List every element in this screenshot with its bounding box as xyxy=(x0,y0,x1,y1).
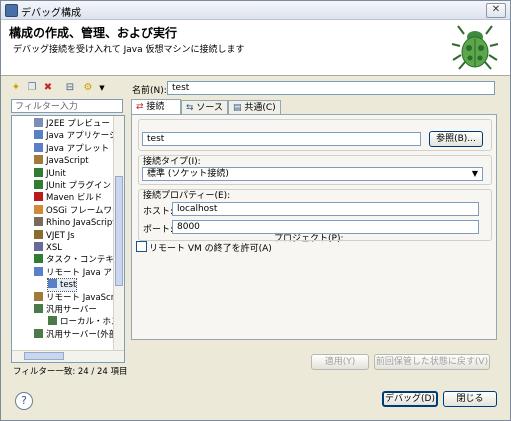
maven-icon xyxy=(34,192,43,202)
j2ee-preview-icon xyxy=(34,118,43,127)
tree-item[interactable]: Java アプレット xyxy=(34,142,110,155)
filter-status: フィルター一致: 24 / 24 項目 xyxy=(13,367,128,377)
task-context-icon xyxy=(34,254,43,264)
tree-item[interactable]: VJET Js xyxy=(34,229,75,242)
delete-config-icon[interactable]: ✖ xyxy=(41,81,55,95)
tree-vertical-scrollbar[interactable] xyxy=(113,116,124,350)
tree-item[interactable]: リモート JavaScript xyxy=(34,291,124,304)
tree-item[interactable]: XSL xyxy=(34,242,62,254)
tree-item-label: Maven ビルド xyxy=(46,193,103,204)
tree-item[interactable]: JavaScript xyxy=(34,155,89,167)
tree-item-label: XSL xyxy=(46,243,62,253)
tree-item[interactable]: 汎用サーバー xyxy=(34,304,97,316)
tree-item-label: Rhino JavaScript xyxy=(46,218,116,229)
allow-terminate-checkbox[interactable] xyxy=(136,241,147,252)
debug-button[interactable]: デバッグ(D) xyxy=(382,391,438,407)
tree-item[interactable]: JUnit xyxy=(34,167,66,180)
tree-horizontal-scrollbar[interactable] xyxy=(12,350,124,362)
tree-item-label: Java アプレット xyxy=(46,143,110,154)
javascript-icon xyxy=(34,155,43,165)
scrollbar-thumb[interactable] xyxy=(115,176,123,286)
tree-item-label: 汎用サーバー xyxy=(46,305,97,315)
host-label: ホスト: xyxy=(143,207,174,217)
duplicate-config-icon[interactable]: ❐ xyxy=(25,81,39,95)
generic-server-ext-icon xyxy=(34,328,43,338)
config-tree: J2EE プレビューJava アプリケーションJava アプレット JavaScr… xyxy=(11,115,125,363)
scrollbar-thumb[interactable] xyxy=(24,352,64,360)
java-application-icon xyxy=(34,130,43,140)
browse-button[interactable]: 参照(B)... xyxy=(429,131,483,147)
collapse-all-icon[interactable]: ⊟ xyxy=(63,81,77,95)
apply-button[interactable]: 適用(Y) xyxy=(311,354,369,370)
dialog-header: 構成の作成、管理、および実行 デバッグ接続を受け入れて Java 仮想マシンに接… xyxy=(1,20,510,76)
connect-icon: ⇄ xyxy=(136,102,147,112)
junit-plugin-icon xyxy=(34,180,43,189)
tree-item[interactable]: 汎用サーバー(外部) xyxy=(34,328,121,341)
config-tabs: ⇄ 接続 ⇆ ソース ▤ 共通(C) xyxy=(131,99,497,115)
conn-props-label: 接続プロパティー(E): xyxy=(143,191,231,201)
port-label: ポート: xyxy=(143,225,174,235)
rhino-icon xyxy=(34,217,43,227)
tree-item-label: 汎用サーバー(外部) xyxy=(46,329,121,340)
local-host-icon xyxy=(48,316,57,326)
new-config-icon[interactable]: ✦ xyxy=(9,81,23,95)
help-icon[interactable]: ? xyxy=(15,392,33,410)
tree-item-label: JUnit xyxy=(46,168,66,179)
tree-item-label: JavaScript xyxy=(46,156,89,167)
osgi-icon xyxy=(34,204,43,214)
debug-config-window: デバッグ構成 ✕ 構成の作成、管理、および実行 デバッグ接続を受け入れて Jav… xyxy=(0,0,511,421)
window-title: デバッグ構成 xyxy=(21,8,81,19)
tree-item[interactable]: Rhino JavaScript xyxy=(34,217,116,229)
name-field[interactable]: test xyxy=(167,81,495,95)
tree-item[interactable]: OSGi フレームワーク xyxy=(34,204,124,217)
allow-terminate-label: リモート VM の終了を許可(A) xyxy=(149,244,272,254)
header-subtitle: デバッグ接続を受け入れて Java 仮想マシンに接続します xyxy=(13,45,245,55)
conn-type-value: 標準 (ソケット接続) xyxy=(147,169,229,179)
common-icon: ▤ xyxy=(233,103,245,113)
revert-button[interactable]: 前回保管した状態に戻す(V) xyxy=(374,354,490,370)
filter-config-icon[interactable]: ⚙ xyxy=(81,81,95,95)
project-field[interactable]: test xyxy=(142,132,421,146)
tree-item-label: test xyxy=(60,280,77,291)
close-button[interactable]: 閉じる xyxy=(443,391,497,407)
tree-item[interactable]: J2EE プレビュー xyxy=(34,118,110,130)
conn-type-select[interactable]: 標準 (ソケット接続) ▼ xyxy=(142,167,483,181)
tab-source[interactable]: ⇆ ソース xyxy=(181,100,228,114)
config-icon xyxy=(48,279,57,289)
java-applet-icon xyxy=(34,142,43,152)
tab-common[interactable]: ▤ 共通(C) xyxy=(228,100,281,114)
name-label: 名前(N): xyxy=(132,86,167,96)
tree-item[interactable]: test xyxy=(46,278,78,293)
port-field[interactable]: 8000 xyxy=(172,220,479,234)
filter-menu-chevron-icon[interactable]: ▼ xyxy=(95,81,109,95)
tree-item[interactable]: リモート Java アプリケーション xyxy=(34,266,124,279)
junit-icon xyxy=(34,167,43,177)
tree-item[interactable]: JUnit プラグイン・テスト xyxy=(34,180,124,192)
eclipse-icon xyxy=(5,4,18,17)
tree-item[interactable]: Java アプリケーション xyxy=(34,130,124,142)
remote-javascript-icon xyxy=(34,291,43,301)
tree-item-label: J2EE プレビュー xyxy=(46,119,110,129)
tree-item-label: VJET Js xyxy=(46,230,75,241)
close-window-button[interactable]: ✕ xyxy=(486,3,506,18)
filter-input[interactable]: フィルター入力 xyxy=(11,99,123,113)
generic-server-icon xyxy=(34,304,43,313)
chevron-down-icon[interactable]: ▼ xyxy=(470,169,480,179)
remote-java-icon xyxy=(34,266,43,276)
host-field[interactable]: localhost xyxy=(172,202,479,216)
conn-type-label: 接続タイプ(I): xyxy=(143,157,201,167)
tree-item[interactable]: タスク・コンテキスト xyxy=(34,254,124,266)
tree-item[interactable]: Maven ビルド xyxy=(34,192,102,204)
title-bar: デバッグ構成 ✕ xyxy=(1,1,510,20)
xsl-icon xyxy=(34,242,43,251)
header-title: 構成の作成、管理、および実行 xyxy=(9,26,178,40)
debug-bug-icon xyxy=(451,25,499,70)
config-toolbar: ✦ ❐ ✖ ⊟ ⚙ ▼ xyxy=(9,81,124,97)
source-icon: ⇆ xyxy=(186,103,197,113)
vjet-icon xyxy=(34,229,43,239)
tab-connect[interactable]: ⇄ 接続 xyxy=(131,99,181,115)
